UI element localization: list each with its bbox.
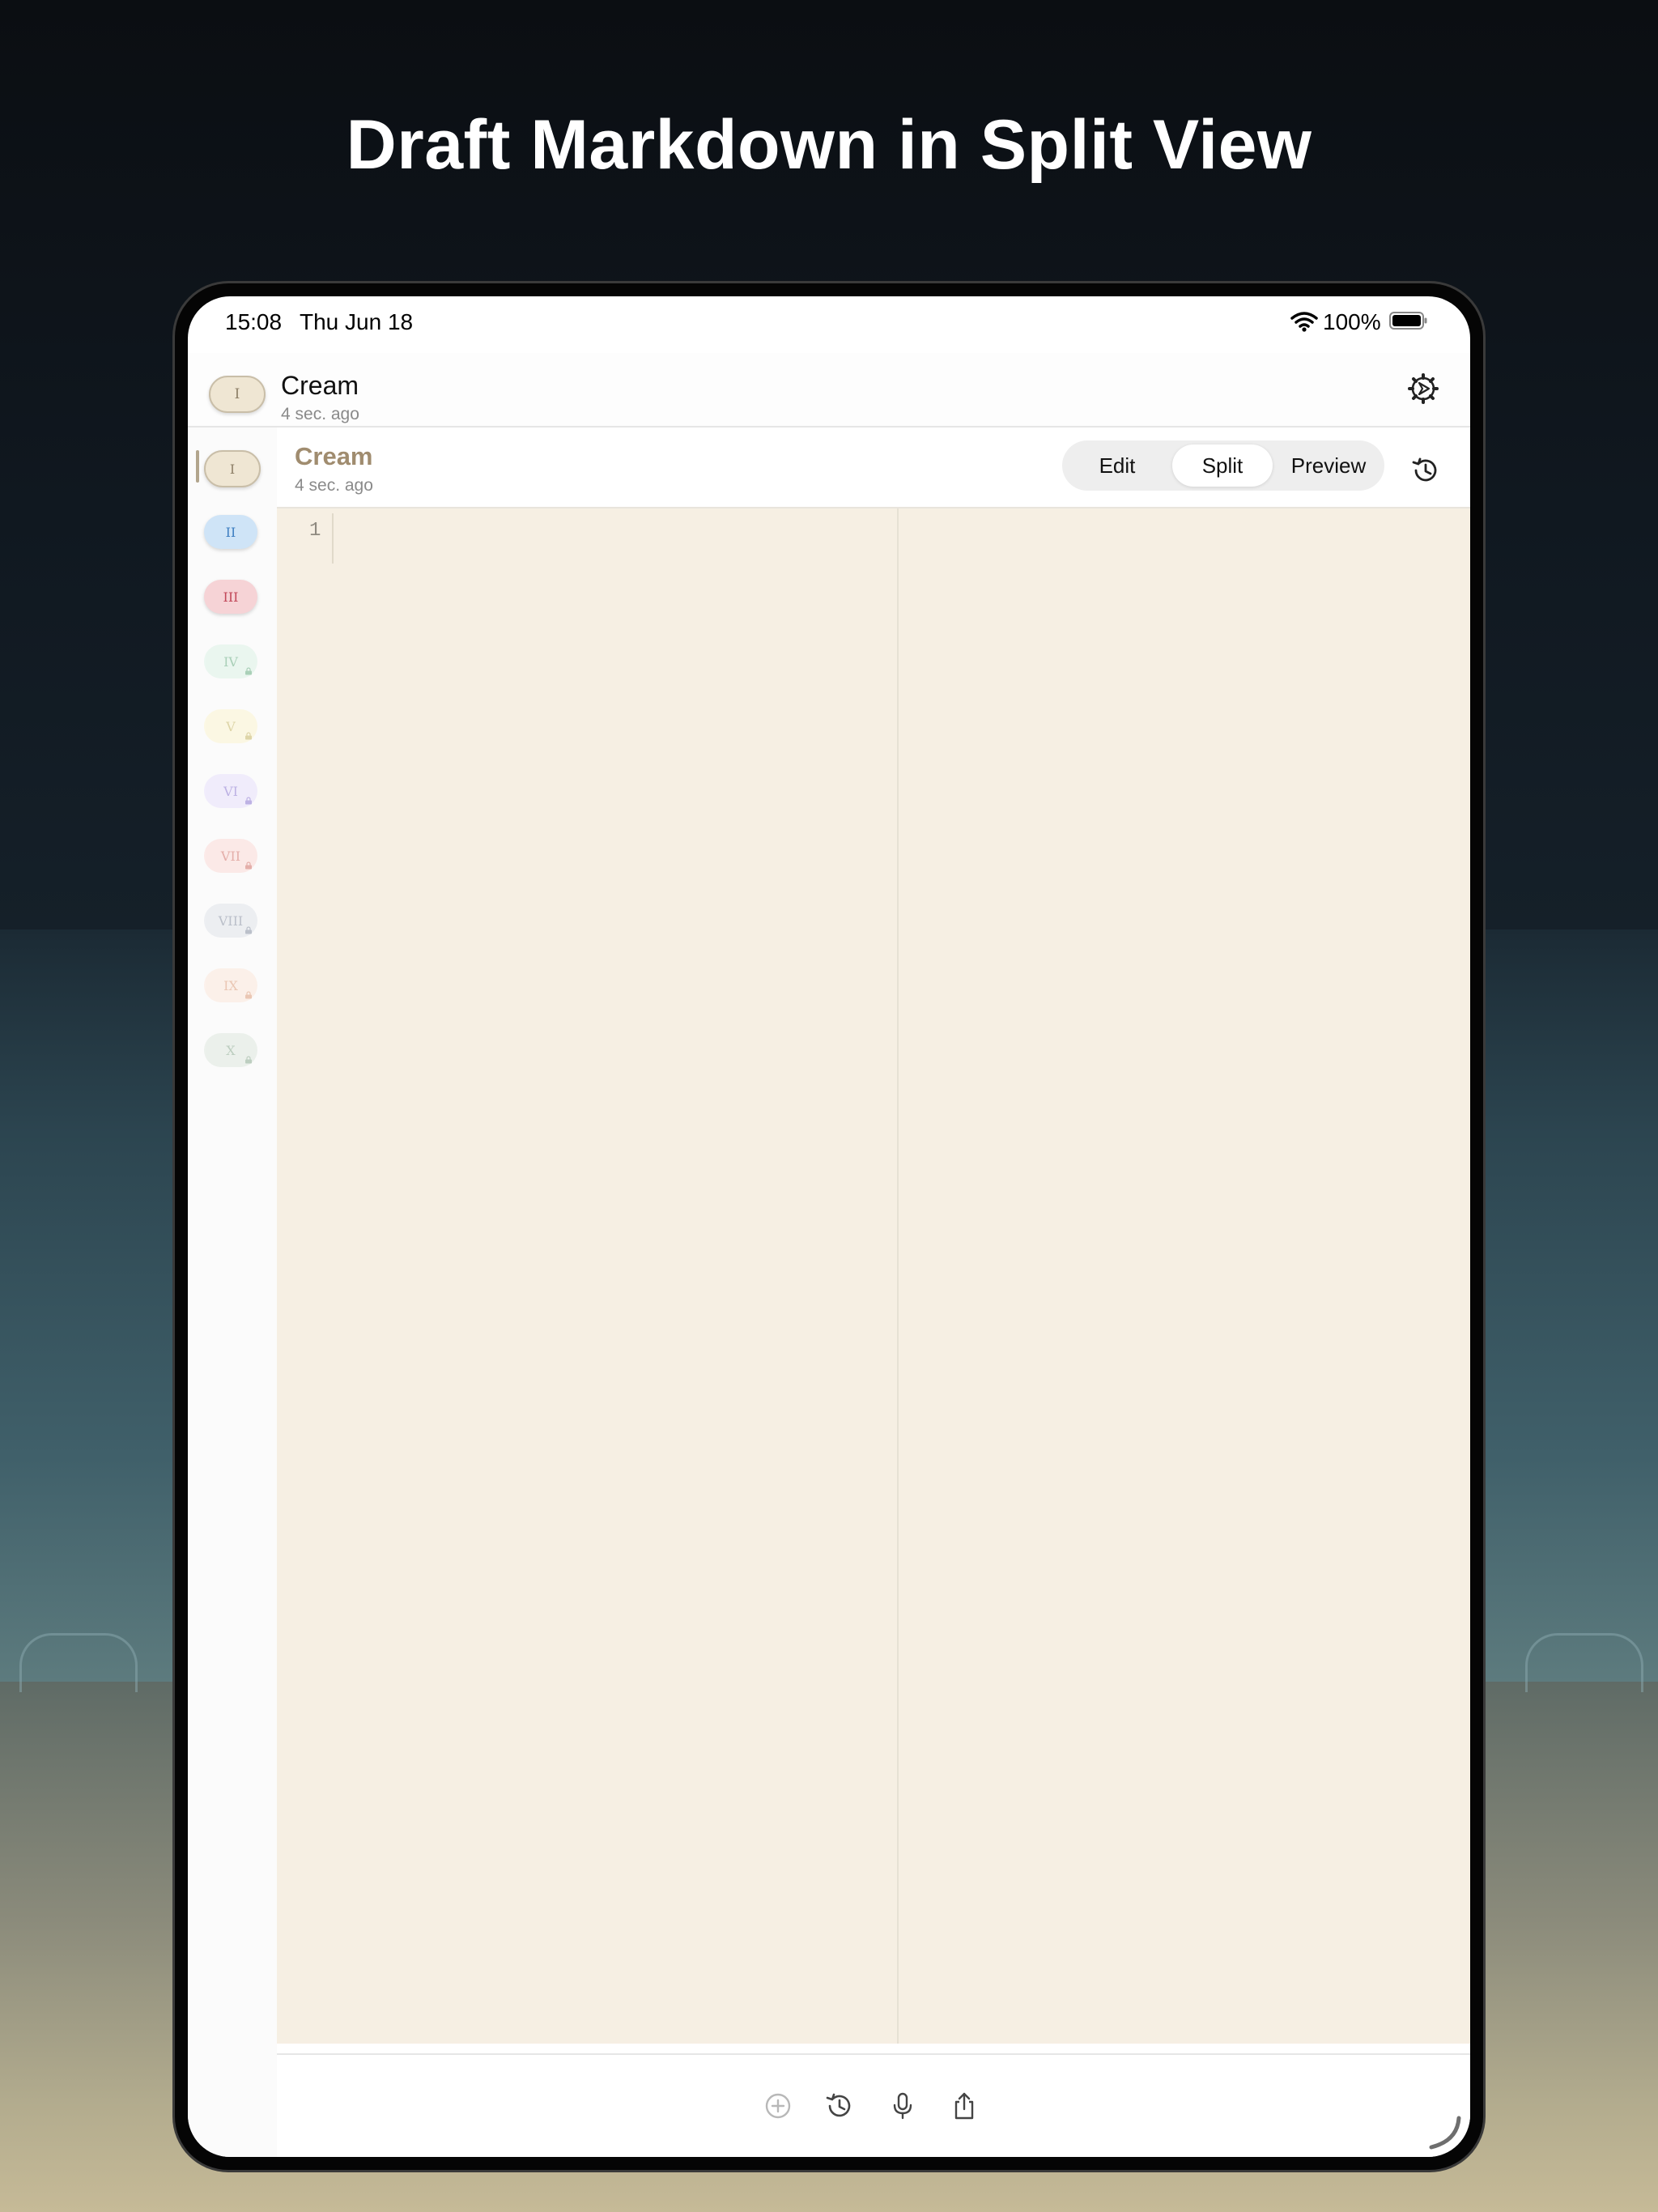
top-bar-title: Cream (281, 371, 359, 400)
sidebar-notebook-6[interactable]: VI (204, 774, 257, 808)
line-number: 1 (309, 520, 321, 542)
bottom-toolbar (277, 2053, 1470, 2157)
selection-indicator (196, 450, 199, 483)
sidebar-notebook-7[interactable]: VII (204, 839, 257, 873)
tablet-screen: 15:08 Thu Jun 18 100% I Cream 4 sec. ago (188, 296, 1470, 2157)
view-mode-segmented-control: Edit Split Preview (1062, 440, 1384, 491)
gutter-divider (332, 513, 334, 564)
sidebar-notebook-label: X (226, 1042, 236, 1058)
settings-gear-icon[interactable] (1407, 372, 1439, 405)
background-decoration (19, 1633, 138, 1692)
sidebar-notebook-4[interactable]: IV (204, 644, 257, 678)
share-icon[interactable] (949, 2091, 980, 2121)
document-title: Cream (295, 442, 373, 470)
document-subtitle: 4 sec. ago (295, 476, 373, 495)
sidebar-notebook-label: VIII (218, 912, 244, 929)
sidebar-notebook-2[interactable]: II (204, 515, 257, 549)
sidebar-notebook-label: VI (223, 783, 238, 799)
lock-icon (245, 926, 252, 934)
sidebar-notebook-label: II (225, 524, 236, 540)
sidebar-notebook-label: IV (223, 653, 238, 670)
notebook-sidebar: I II III IV V VI VII VIII IX X (188, 428, 277, 2157)
status-bar: 15:08 Thu Jun 18 100% (188, 296, 1470, 345)
lock-icon (245, 797, 252, 805)
lock-icon (245, 861, 252, 870)
history-icon[interactable] (824, 2091, 855, 2121)
microphone-icon[interactable] (887, 2091, 918, 2121)
wifi-icon (1290, 312, 1318, 332)
sidebar-notebook-label: V (226, 718, 236, 734)
top-bar-subtitle: 4 sec. ago (281, 405, 359, 423)
sidebar-notebook-1[interactable]: I (204, 450, 261, 487)
lock-icon (245, 667, 252, 675)
sidebar-notebook-label: IX (223, 977, 238, 993)
status-time: 15:08 (225, 309, 283, 334)
resize-handle-icon[interactable] (1425, 2113, 1462, 2150)
sidebar-notebook-label: VII (220, 848, 241, 864)
markdown-editor[interactable]: 1 (277, 508, 897, 2044)
lock-icon (245, 732, 252, 740)
line-number-gutter: 1 (277, 508, 334, 2044)
sidebar-notebook-10[interactable]: X (204, 1033, 257, 1067)
history-icon[interactable] (1410, 455, 1441, 486)
add-circle-icon[interactable] (763, 2091, 793, 2121)
mode-preview-button[interactable]: Preview (1278, 445, 1380, 487)
lock-icon (245, 1056, 252, 1064)
lock-icon (245, 991, 252, 999)
sidebar-notebook-5[interactable]: V (204, 709, 257, 743)
mode-edit-button[interactable]: Edit (1067, 445, 1167, 487)
sidebar-notebook-label: I (229, 461, 236, 477)
sidebar-notebook-label: III (223, 589, 239, 605)
top-bar: I Cream 4 sec. ago (188, 353, 1470, 428)
page-headline: Draft Markdown in Split View (346, 106, 1312, 184)
sidebar-notebook-8[interactable]: VIII (204, 904, 257, 938)
mode-split-button[interactable]: Split (1172, 445, 1273, 487)
background-decoration (1525, 1633, 1643, 1692)
document-bar: Cream 4 sec. ago Edit Split Preview (277, 428, 1470, 508)
sidebar-notebook-3[interactable]: III (204, 580, 257, 614)
battery-icon (1389, 312, 1427, 330)
status-date: Thu Jun 18 (300, 309, 414, 334)
markdown-preview (899, 508, 1470, 2044)
notebook-badge[interactable]: I (209, 376, 266, 413)
sidebar-notebook-9[interactable]: IX (204, 968, 257, 1002)
battery-percent: 100% (1323, 309, 1381, 334)
